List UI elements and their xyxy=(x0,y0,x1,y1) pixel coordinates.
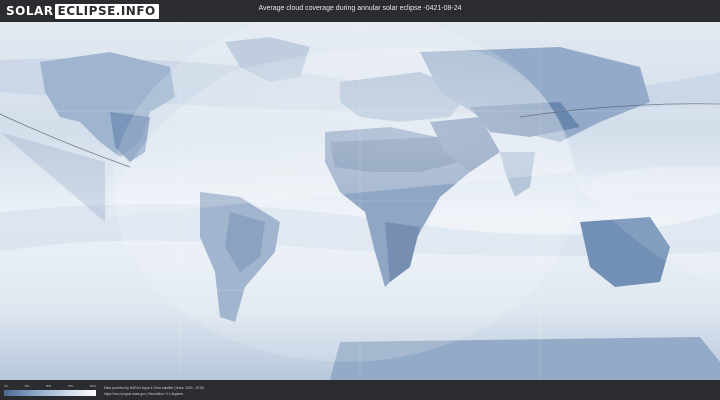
credit-line-2[interactable]: https://neo.sci.gsfc.nasa.gov | Resoluti… xyxy=(104,391,204,397)
legend-tick: 50% xyxy=(45,385,52,388)
eclipse-visibility-disc xyxy=(113,22,577,362)
legend-tick: 100% xyxy=(89,385,96,388)
legend-ticks: 0% 25% 50% 75% 100% xyxy=(4,384,96,389)
header-bar: SOLAR ECLIPSE.INFO Average cloud coverag… xyxy=(0,0,720,22)
cloud-legend: 0% 25% 50% 75% 100% xyxy=(4,384,96,398)
legend-color-bar xyxy=(4,390,96,396)
legend-tick: 75% xyxy=(67,385,73,388)
page-title: Average cloud coverage during annular so… xyxy=(258,5,462,12)
data-credit: Data provided by NASA's Aqua & Terra sat… xyxy=(104,385,204,397)
cloud-coverage-map xyxy=(0,22,720,380)
world-map-svg xyxy=(0,22,720,380)
legend-tick: 0% xyxy=(4,385,8,388)
footer-bar: 0% 25% 50% 75% 100% Data provided by NAS… xyxy=(0,380,720,400)
legend-tick: 25% xyxy=(24,385,30,388)
